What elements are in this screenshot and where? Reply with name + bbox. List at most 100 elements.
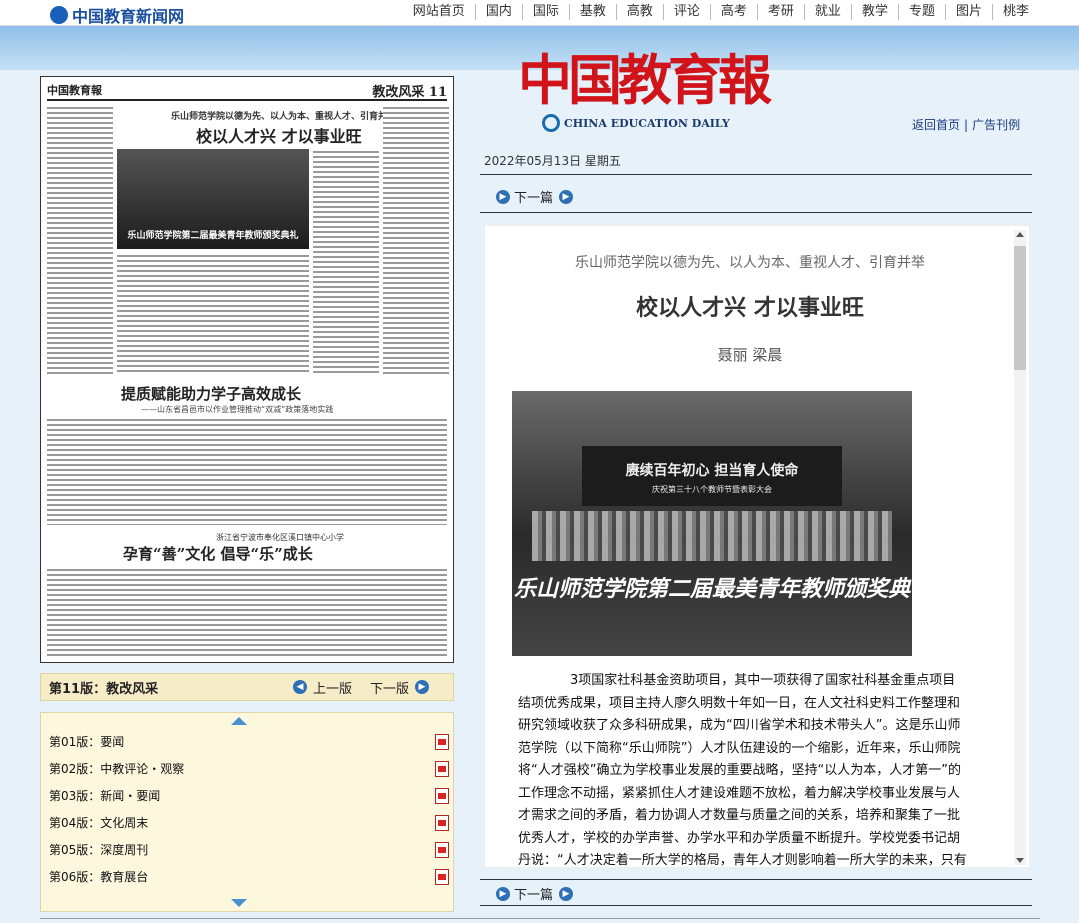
- page-list-item[interactable]: 第05版：深度周刊: [49, 836, 449, 863]
- next-arrow-icon: ▶: [559, 189, 574, 204]
- newspaper-headline-3: 孕育“善”文化 倡导“乐”成长: [123, 545, 313, 563]
- next-page-icon: ▶: [415, 680, 429, 694]
- article-kicker: 乐山师范学院以德为先、以人为本、重视人才、引育并举: [575, 255, 925, 271]
- footer-divider: [40, 918, 1040, 919]
- text-columns: [313, 149, 379, 375]
- scroll-up-icon[interactable]: [1016, 232, 1024, 237]
- photo-screen-line1: 赓续百年初心 担当育人使命: [625, 463, 799, 479]
- divider: [480, 905, 1032, 906]
- ad-rates-link[interactable]: 广告刊例: [972, 118, 1020, 132]
- divider: [480, 174, 1032, 175]
- prev-page-label: 上一版: [312, 681, 352, 697]
- pdf-icon[interactable]: [435, 841, 449, 858]
- masthead-subtitle-text: CHINA EDUCATION DAILY: [564, 116, 730, 130]
- newspaper-photo-caption: 乐山师范学院第二届最美青年教师颁奖典礼: [127, 231, 299, 241]
- page-list-label[interactable]: 第06版：教育展台: [49, 868, 148, 885]
- article-authors: 聂丽 梁晨: [717, 346, 783, 364]
- newspaper-headline-2: 提质赋能助力学子高效成长: [121, 385, 302, 403]
- page-list-label[interactable]: 第01版：要闻: [49, 733, 124, 750]
- site-logo-text: 中国教育新闻网: [72, 7, 185, 26]
- newspaper-subhead-2: ——山东省昌邑市以作业管理推动“双减”政策落地实践: [141, 405, 334, 414]
- pdf-icon[interactable]: [435, 868, 449, 885]
- next-article-label: 下一篇: [514, 888, 554, 903]
- article-photo: 赓续百年初心 担当育人使命 庆祝第三十八个教师节暨表彰大会 乐山师范学院第二届最…: [512, 391, 912, 656]
- article-scrollbar[interactable]: [1014, 230, 1026, 865]
- nav-item-photos[interactable]: 图片: [944, 4, 992, 20]
- page-list-item[interactable]: 第04版：文化周末: [49, 809, 449, 836]
- next-article-label: 下一篇: [514, 191, 554, 206]
- photo-stage-screen: 赓续百年初心 担当育人使命 庆祝第三十八个教师节暨表彰大会: [582, 446, 842, 506]
- nav-item-kaoyan[interactable]: 考研: [756, 4, 804, 20]
- top-bar: 中国教育新闻网 网站首页 国内 国际 基教 高教 评论 高考 考研 就业 教学 …: [0, 0, 1079, 26]
- prev-page-icon: ◀: [292, 680, 307, 694]
- photo-banner: 乐山师范学院第二届最美青年教师颁奖典: [513, 577, 910, 602]
- article-body: 3项国家社科基金资助项目，其中一项获得了国家社科基金重点项目结项优秀成果，项目主…: [518, 673, 967, 868]
- current-page-label: 第11版：教改风采: [49, 681, 159, 697]
- page-list-label[interactable]: 第05版：深度周刊: [49, 841, 148, 858]
- next-page-button[interactable]: 下一版 ▶: [370, 678, 435, 697]
- page-list: 第01版：要闻 第02版：中教评论・观察 第03版：新闻・要闻 第04版：文化周…: [40, 712, 454, 912]
- masthead-ring-icon: [542, 114, 560, 132]
- pdf-icon[interactable]: [435, 733, 449, 750]
- masthead-title: 中国教育報: [518, 48, 772, 112]
- newspaper-page-image[interactable]: 中国教育報 教改风采 11 乐山师范学院以德为先、以人为本、重视人才、引育并举 …: [40, 76, 454, 663]
- next-arrow-icon: ▶: [559, 886, 574, 901]
- page-list-item[interactable]: 第01版：要闻: [49, 728, 449, 755]
- photo-crowd: [532, 511, 892, 561]
- divider: [480, 212, 1032, 213]
- list-scroll-up-icon[interactable]: [231, 717, 247, 725]
- masthead-links: 返回首页 | 广告刊例: [912, 118, 1021, 132]
- site-logo[interactable]: 中国教育新闻网: [50, 3, 184, 27]
- text-columns: [117, 253, 309, 375]
- logo-mark-icon: [50, 6, 68, 24]
- page-list-item[interactable]: 第03版：新闻・要闻: [49, 782, 449, 809]
- nav-item-comment[interactable]: 评论: [662, 4, 710, 20]
- scrollbar-thumb[interactable]: [1014, 246, 1026, 370]
- next-page-label: 下一版: [369, 681, 409, 697]
- masthead-subtitle: CHINA EDUCATION DAILY: [542, 114, 730, 132]
- page-list-label[interactable]: 第04版：文化周末: [49, 814, 148, 831]
- nav-item-basic-edu[interactable]: 基教: [568, 4, 616, 20]
- nav-item-taoli[interactable]: 桃李: [991, 4, 1039, 20]
- article-panel: 乐山师范学院以德为先、以人为本、重视人才、引育并举 校以人才兴 才以事业旺 聂丽…: [484, 225, 1030, 868]
- nav-item-international[interactable]: 国际: [521, 4, 569, 20]
- back-home-link[interactable]: 返回首页: [912, 118, 960, 132]
- newspaper-kicker: 乐山师范学院以德为先、以人为本、重视人才、引育并举: [171, 112, 397, 122]
- text-columns: [47, 567, 447, 659]
- text-columns: [47, 417, 447, 525]
- list-scroll-down-icon[interactable]: [231, 899, 247, 907]
- newspaper-header: 中国教育報 教改风采 11: [47, 81, 447, 101]
- page-list-item[interactable]: 第06版：教育展台: [49, 863, 449, 890]
- text-columns: [47, 105, 113, 375]
- article-nav-top[interactable]: ▶ 下一篇 ▶: [492, 187, 577, 206]
- scroll-down-icon[interactable]: [1016, 858, 1024, 863]
- text-columns: [383, 105, 449, 375]
- photo-screen-line2: 庆祝第三十八个教师节暨表彰大会: [652, 485, 772, 494]
- pdf-icon[interactable]: [435, 760, 449, 777]
- newspaper-kicker-3: 浙江省宁波市奉化区溪口镇中心小学: [216, 533, 344, 542]
- nav-item-topics[interactable]: 专题: [897, 4, 945, 20]
- newspaper-title: 校以人才兴 才以事业旺: [196, 127, 362, 146]
- divider: [480, 879, 1032, 880]
- newspaper-masthead-small: 中国教育報: [47, 84, 102, 97]
- next-article-icon: ▶: [496, 886, 510, 901]
- page-list-label[interactable]: 第03版：新闻・要闻: [49, 787, 160, 804]
- pdf-icon[interactable]: [435, 814, 449, 831]
- newspaper-photo: 乐山师范学院第二届最美青年教师颁奖典礼: [117, 149, 309, 249]
- nav-item-gaokao[interactable]: 高考: [709, 4, 757, 20]
- article-nav-bottom[interactable]: ▶ 下一篇 ▶: [492, 884, 577, 903]
- nav-item-jobs[interactable]: 就业: [803, 4, 851, 20]
- nav-item-domestic[interactable]: 国内: [474, 4, 522, 20]
- page-list-item[interactable]: 第02版：中教评论・观察: [49, 755, 449, 782]
- nav-item-teaching[interactable]: 教学: [850, 4, 898, 20]
- nav-item-home[interactable]: 网站首页: [403, 4, 475, 20]
- top-nav: 网站首页 国内 国际 基教 高教 评论 高考 考研 就业 教学 专题 图片 桃李: [403, 4, 1039, 20]
- page-list-label[interactable]: 第02版：中教评论・观察: [49, 760, 184, 777]
- pdf-icon[interactable]: [435, 787, 449, 804]
- date-line: 2022年05月13日 星期五: [484, 154, 621, 168]
- nav-item-higher-edu[interactable]: 高教: [615, 4, 663, 20]
- next-article-icon: ▶: [496, 189, 510, 204]
- newspaper-section: 教改风采 11: [372, 84, 447, 100]
- article-title: 校以人才兴 才以事业旺: [636, 295, 864, 321]
- prev-page-button[interactable]: ◀ 上一版: [287, 678, 352, 697]
